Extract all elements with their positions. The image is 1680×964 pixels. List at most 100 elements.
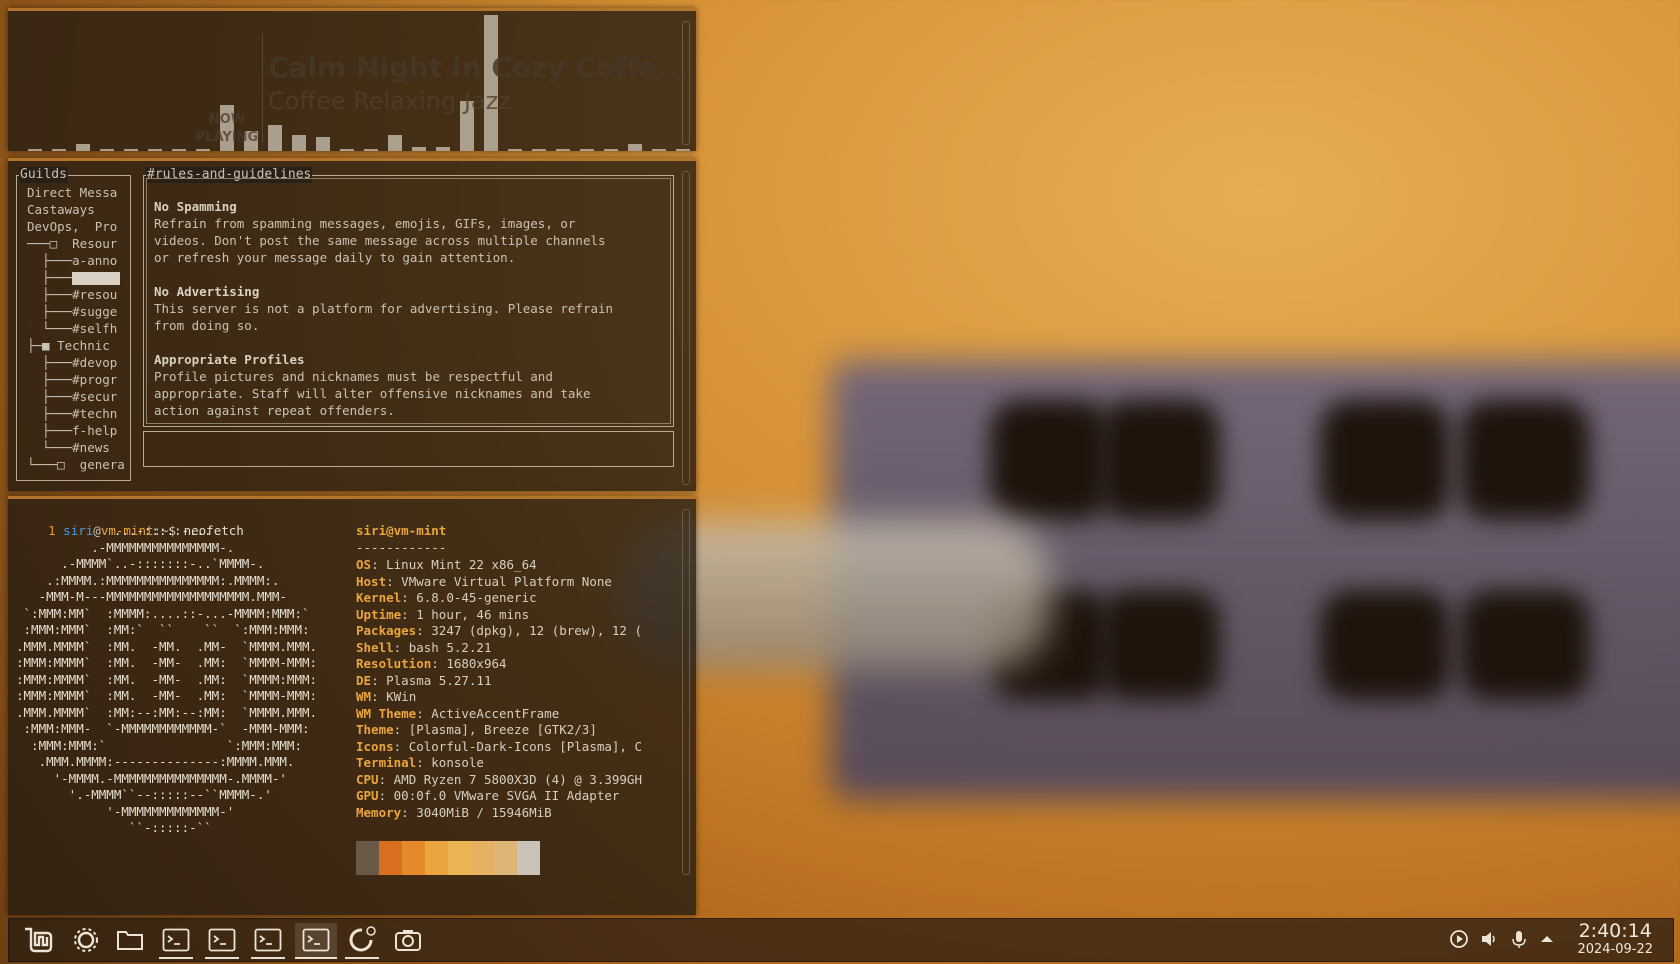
ascii-art-line: '.-MMMM``--:::::--``MMMM-.' — [16, 787, 272, 802]
microphone-icon[interactable] — [1509, 929, 1529, 954]
info-colon: : — [416, 705, 432, 721]
guild-tree-item[interactable]: ├───#resou — [27, 286, 117, 303]
info-value: bash 5.2.21 — [408, 639, 492, 655]
info-key: Theme — [356, 722, 394, 737]
info-key: GPU — [356, 788, 379, 803]
palette-swatch — [402, 841, 425, 875]
guild-tree-item[interactable]: ───□ Resour — [27, 235, 117, 252]
clock[interactable]: 2:40:14 2024-09-22 — [1577, 920, 1653, 958]
track-artist: Coffee Relaxing Jazz — [268, 87, 511, 115]
terminal-icon[interactable] — [159, 923, 193, 959]
messages-panel[interactable]: #rules-and-guidelines No Spamming Refrain… — [143, 167, 674, 427]
info-colon: : — [401, 590, 417, 605]
info-key: Host — [356, 573, 387, 589]
guild-tree-item[interactable]: ├───#secur — [27, 388, 117, 405]
guild-tree-item[interactable]: └───□ genera — [27, 456, 125, 473]
info-value: 3040MiB / 15946MiB — [416, 804, 552, 820]
neofetch-info-line: CPU: AMD Ryzen 7 5800X3D (4) @ 3.399GH — [356, 771, 642, 788]
visualizer-bar — [364, 149, 378, 151]
clock-time: 2:40:14 — [1578, 920, 1652, 942]
palette-swatch — [356, 841, 379, 875]
terminal-icon[interactable] — [251, 923, 285, 959]
guild-tree-item[interactable]: Direct Messa — [27, 184, 117, 201]
terminal-icon[interactable] — [205, 923, 239, 959]
now-playing-divider — [262, 33, 263, 143]
guild-tree-item[interactable]: └───#selfh — [27, 320, 117, 337]
neofetch-info-line: Memory: 3040MiB / 15946MiB — [356, 804, 552, 821]
neofetch-info-line: Terminal: konsole — [356, 754, 484, 771]
visualizer-bar — [316, 137, 330, 151]
palette-swatch — [471, 841, 494, 875]
konsole-terminal-window[interactable]: 1 siri@vm-mint:~$ neofetch ...-:::::-...… — [8, 496, 696, 915]
info-value: KWin — [386, 689, 417, 704]
visualizer-bar — [388, 135, 402, 151]
info-value: 1 hour, 46 mins — [416, 606, 530, 622]
ascii-art-line: :MMM:MMMM` :MM. -MM- .MM: `MMMM-MMM: — [16, 655, 318, 670]
rule-body: Profile pictures and nicknames must be r… — [154, 369, 591, 418]
neofetch-info-line: WM Theme: ActiveAccentFrame — [356, 705, 559, 722]
guild-tree-item[interactable]: ├───#sugge — [27, 303, 117, 320]
discord-tui-window[interactable]: Guilds Direct Messa Castaways DevOps, Pro ─… — [8, 158, 696, 491]
info-key: DE — [356, 672, 372, 688]
info-colon: : — [393, 639, 409, 655]
neofetch-info-line: OS: Linux Mint 22 x86_64 — [356, 556, 537, 573]
visualizer-bar — [580, 149, 594, 151]
ascii-art-line: .MMM.MMMM` :MM. -MM. .MM- `MMMM.MMM. — [16, 638, 318, 654]
track-title: Calm Night in Cozy Coffe... — [268, 51, 689, 84]
ascii-art-line: .-MMMMMMMMMMMMMMM-. — [16, 539, 235, 555]
visualizer-bar — [676, 149, 690, 151]
expand-tray-icon[interactable] — [1539, 929, 1555, 954]
info-value: 6.8.0-45-generic — [416, 590, 537, 605]
guild-tree-item[interactable]: └───#news — [27, 439, 110, 456]
info-colon: : — [393, 722, 409, 737]
neofetch-info-line: Icons: Colorful-Dark-Icons [Plasma], C — [356, 738, 642, 755]
info-value: 00:0f.0 VMware SVGA II Adapter — [393, 788, 620, 803]
visualizer-bar — [604, 149, 618, 151]
music-visualizer-window[interactable]: NOW PLAYING Calm Night in Cozy Coffe... … — [8, 8, 696, 151]
info-colon: : — [393, 738, 409, 754]
rule-message: Appropriate Profiles Profile pictures and… — [154, 351, 664, 419]
guild-tree-item[interactable]: ├─■ Technic — [27, 337, 110, 354]
update-manager-icon[interactable] — [345, 923, 379, 959]
wallpaper-port — [1460, 400, 1590, 520]
ascii-art-line: ``-:::::-`` — [16, 820, 212, 835]
visualizer-bar — [196, 149, 210, 151]
visualizer-bar — [412, 147, 426, 151]
settings-icon[interactable] — [69, 923, 103, 957]
mint-menu-icon[interactable] — [19, 923, 59, 957]
guild-tree-item[interactable]: ├───a-anno — [27, 252, 117, 269]
palette-swatch — [425, 841, 448, 875]
terminal-icon[interactable] — [295, 923, 337, 959]
visualizer-bar — [556, 149, 570, 151]
media-player-icon[interactable] — [1449, 929, 1469, 954]
neofetch-info-line: DE: Plasma 5.27.11 — [356, 672, 491, 689]
info-key: Memory — [356, 804, 402, 820]
info-value: VMware Virtual Platform None — [401, 573, 612, 589]
message-input[interactable] — [143, 431, 674, 467]
visualizer-bar — [172, 149, 186, 151]
info-value: 1680x964 — [446, 656, 507, 671]
ascii-art-line: :MMM:MMMM` :MM. -MM- .MM: `MMMM-MMM: — [16, 688, 318, 703]
volume-icon[interactable] — [1479, 929, 1499, 954]
guild-tree-item[interactable]: ├─── — [27, 269, 121, 286]
color-palette — [356, 841, 540, 875]
neofetch-header: siri@vm-mint — [356, 523, 447, 538]
visualizer-bar — [124, 149, 138, 151]
ascii-art-line: '-MMMMMMMMMMMMM-' — [16, 803, 235, 819]
scrollbar[interactable] — [682, 21, 690, 145]
scrollbar[interactable] — [682, 171, 690, 485]
guild-tree-item[interactable]: ├───f-help — [27, 422, 117, 439]
guild-tree-item[interactable]: ├───#progr — [27, 371, 117, 388]
file-manager-icon[interactable] — [113, 923, 147, 957]
ascii-art-line: '-MMMM.-MMMMMMMMMMMMMMM-.MMMM-' — [16, 770, 287, 786]
visualizer-bar — [292, 135, 306, 151]
info-colon: : — [401, 606, 417, 622]
guilds-panel[interactable]: Guilds Direct Messa Castaways DevOps, Pro ─… — [16, 167, 131, 481]
screenshot-icon[interactable] — [391, 923, 425, 957]
guild-tree-item[interactable]: ├───#techn — [27, 405, 117, 422]
scrollbar[interactable] — [682, 509, 690, 875]
guild-tree-item[interactable]: DevOps, Pro — [27, 218, 117, 235]
guild-tree-item[interactable]: Castaways — [27, 201, 95, 218]
guild-tree-item[interactable]: ├───#devop — [27, 354, 117, 371]
info-key: Icons — [356, 738, 394, 754]
